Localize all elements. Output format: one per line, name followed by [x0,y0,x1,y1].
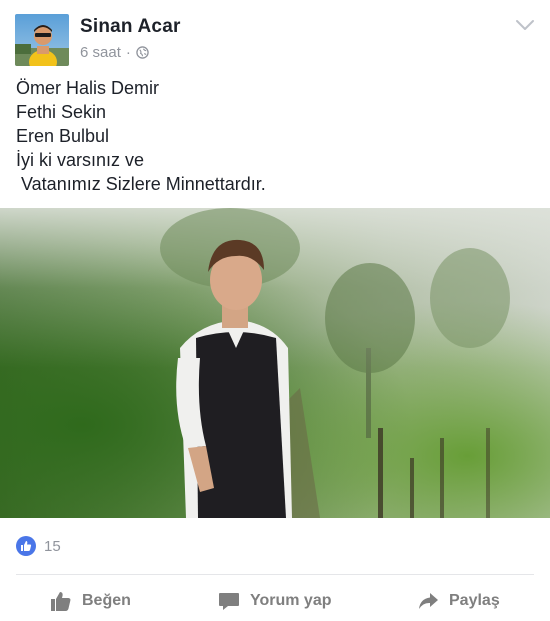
share-label: Paylaş [449,592,500,609]
post-text-line: İyi ki varsınız ve [16,150,145,170]
comment-icon [219,593,239,610]
post-text-line: Eren Bulbul [16,126,110,146]
reactions-summary[interactable]: 15 [16,536,61,556]
post-text-line: Vatanımız Sizlere Minnettardır. [16,174,266,194]
author-avatar[interactable] [15,14,69,66]
comment-label: Yorum yap [250,592,332,609]
post-photo[interactable] [0,208,550,518]
post-text: Ömer Halis Demir Fethi Sekin Eren Bulbul… [16,76,536,196]
like-button[interactable]: Beğen [50,585,131,617]
globe-icon [136,46,149,59]
post-card: Sinan Acar 6 saat · Ömer Halis Demir Fet… [0,0,550,621]
share-arrow-icon [419,593,438,609]
action-bar: Beğen Yorum yap Paylaş [0,585,550,617]
meta-separator: · [125,44,131,61]
post-text-line: Ömer Halis Demir [16,78,160,98]
post-meta: 6 saat · [80,44,149,61]
post-text-line: Fethi Sekin [16,102,107,122]
divider [16,574,534,575]
thumbs-up-icon [51,592,71,611]
like-reaction-icon [16,536,36,556]
reaction-count: 15 [44,537,61,555]
author-name[interactable]: Sinan Acar [80,16,181,38]
post-time[interactable]: 6 saat [80,44,121,61]
share-button[interactable]: Paylaş [417,585,500,617]
comment-button[interactable]: Yorum yap [218,585,332,617]
like-label: Beğen [82,592,131,609]
chevron-down-icon[interactable] [514,18,536,32]
